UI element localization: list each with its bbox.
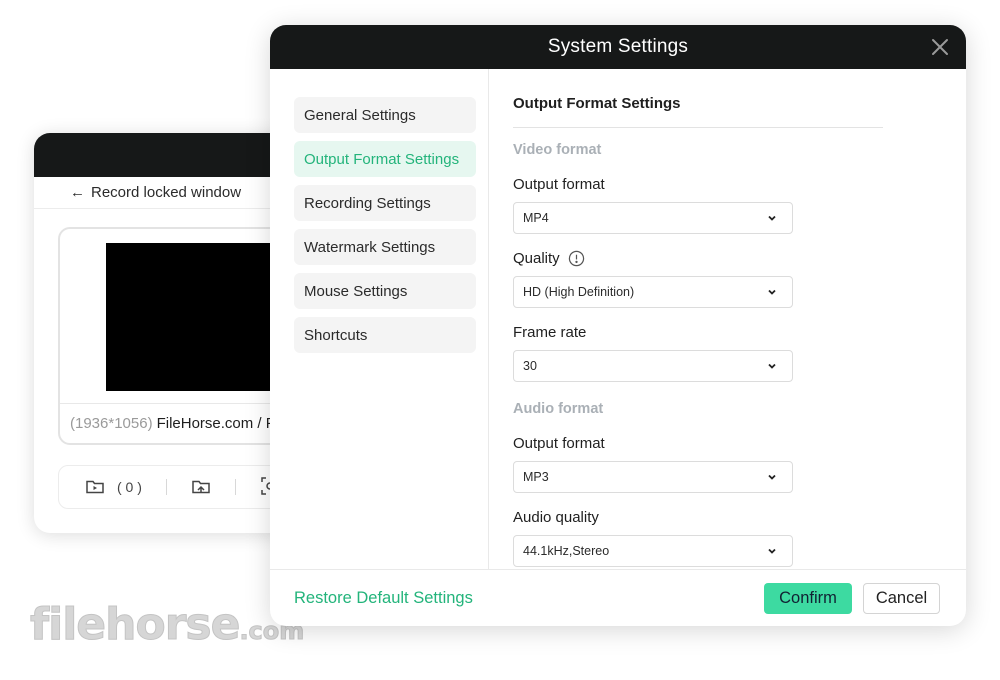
preview-resolution: (1936*1056) [70,415,153,432]
quality-select[interactable]: HD (High Definition) [513,276,793,308]
watermark-name: filehorse [29,599,240,650]
chevron-down-icon [768,289,776,295]
nav-watermark-settings[interactable]: Watermark Settings [294,229,476,265]
audio-output-format-select[interactable]: MP3 [513,461,793,493]
system-settings-dialog: System Settings General Settings Output … [270,25,966,626]
filehorse-watermark-logo: filehorse.com [29,599,304,656]
audio-quality-select[interactable]: 44.1kHz,Stereo [513,535,793,567]
frame-rate-value: 30 [523,359,537,373]
settings-nav: General Settings Output Format Settings … [270,69,489,569]
recordings-count: ( 0 ) [117,479,142,495]
nav-output-format-settings[interactable]: Output Format Settings [294,141,476,177]
nav-recording-settings[interactable]: Recording Settings [294,185,476,221]
chevron-down-icon [768,474,776,480]
restore-default-settings-link[interactable]: Restore Default Settings [294,589,473,608]
dialog-titlebar: System Settings [270,25,966,69]
toolbar-divider [165,479,167,495]
audio-format-heading: Audio format [513,401,604,417]
audio-quality-value: 44.1kHz,Stereo [523,544,610,558]
quality-value: HD (High Definition) [523,285,635,299]
close-icon[interactable] [928,35,952,59]
nav-general-settings[interactable]: General Settings [294,97,476,133]
dialog-footer: Restore Default Settings Confirm Cancel [270,569,966,626]
toolbar-divider [234,479,236,495]
footer-buttons: Confirm Cancel [764,582,940,614]
video-output-format-select[interactable]: MP4 [513,202,793,234]
nav-shortcuts[interactable]: Shortcuts [294,317,476,353]
back-label: Record locked window [91,184,242,201]
settings-content: Output Format Settings Video format Outp… [489,69,966,569]
audio-output-format-value: MP3 [523,470,549,484]
cancel-button[interactable]: Cancel [863,582,940,614]
audio-quality-label: Audio quality [513,508,599,526]
dialog-title: System Settings [547,36,689,57]
frame-rate-select[interactable]: 30 [513,350,793,382]
export-icon[interactable] [191,476,211,499]
chevron-down-icon [768,548,776,554]
chevron-down-icon [768,363,776,369]
video-format-heading: Video format [513,142,602,158]
nav-mouse-settings[interactable]: Mouse Settings [294,273,476,309]
frame-rate-label: Frame rate [513,323,587,341]
dialog-body: General Settings Output Format Settings … [270,69,966,569]
video-output-format-label: Output format [513,175,605,193]
preview-window-title: FileHorse.com / F [156,415,275,432]
video-output-format-value: MP4 [523,211,549,225]
confirm-button[interactable]: Confirm [764,582,852,614]
audio-output-format-label: Output format [513,434,605,452]
info-icon[interactable] [568,250,585,267]
back-arrow-icon: ← [70,184,85,201]
chevron-down-icon [768,215,776,221]
quality-label: Quality [513,249,966,267]
section-divider [513,127,883,128]
folder-play-icon[interactable] [85,476,105,499]
section-title: Output Format Settings [513,95,681,112]
